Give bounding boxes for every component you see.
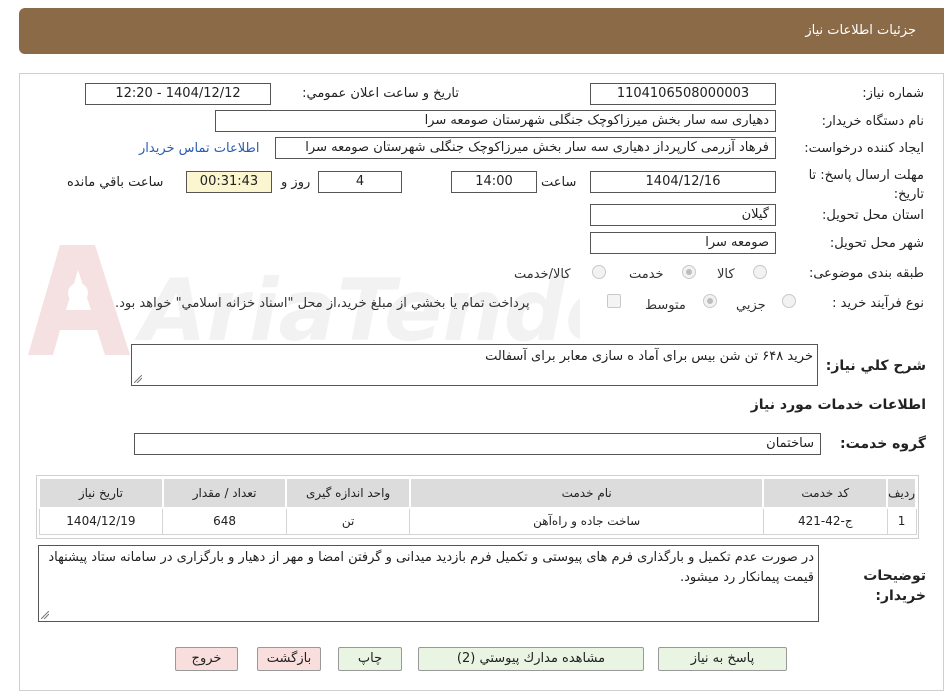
requester-label: ايجاد كننده درخواست: (804, 141, 924, 156)
category-label: طبقه بندی موضوعی: (808, 266, 924, 281)
cell-need-date: 1404/12/19 (38, 507, 164, 535)
buyer-notes-textarea[interactable]: در صورت عدم تکمیل و بارگذاری فرم های پیو… (38, 545, 819, 622)
days-field[interactable]: 4 (318, 171, 402, 193)
province-label: استان محل تحويل: (822, 208, 924, 223)
buyer-notes-text: در صورت عدم تکمیل و بارگذاری فرم های پیو… (48, 550, 814, 585)
category-option-goods-service: كالا/خدمت (514, 267, 571, 282)
services-section-title: اطلاعات خدمات مورد نياز (750, 397, 926, 413)
general-desc-textarea[interactable]: خرید ۶۴۸ تن شن بیس برای آماد ه سازی معاب… (131, 344, 818, 386)
buyer-org-label: نام دستگاه خريدار: (821, 114, 924, 129)
treasury-payment-checkbox[interactable] (607, 294, 621, 308)
general-desc-label: شرح كلي نياز: (825, 358, 926, 374)
process-label: نوع فرآيند خريد : (832, 296, 924, 311)
deadline-label: مهلت ارسال پاسخ: تا تاريخ: (808, 168, 924, 202)
page-title: جزئیات اطلاعات نیاز (805, 23, 916, 38)
services-table: رديف كد خدمت نام خدمت واحد اندازه گيری ت… (38, 477, 917, 535)
back-button[interactable]: بازگشت (257, 647, 321, 671)
days-label: روز و (281, 175, 311, 190)
buyer-notes-label: توضيحات خريدار: (863, 568, 926, 604)
requester-field[interactable]: فرهاد آزرمی کارپرداز دهیاری سه سار بخش م… (275, 137, 776, 159)
table-row[interactable]: 1 ج-42-421 ساخت جاده و راه‌آهن تن 648 14… (38, 507, 917, 535)
announce-label: تاریخ و ساعت اعلان عمومي: (302, 86, 459, 101)
category-radio-goods[interactable] (753, 265, 767, 279)
table-header-row: رديف كد خدمت نام خدمت واحد اندازه گيری ت… (38, 477, 917, 509)
exit-button[interactable]: خروج (175, 647, 238, 671)
process-option-minor: جزيي (736, 298, 766, 313)
buyer-contact-link[interactable]: اطلاعات تماس خريدار (139, 141, 259, 156)
cell-service-code: ج-42-421 (762, 507, 888, 535)
print-button[interactable]: چاپ (338, 647, 402, 671)
city-label: شهر محل تحويل: (829, 236, 924, 251)
city-field[interactable]: صومعه سرا (590, 232, 776, 254)
header-bar: جزئیات اطلاعات نیاز (19, 8, 944, 54)
buyer-org-field[interactable]: دهیاری سه سار بخش میرزاکوچک جنگلی شهرستا… (215, 110, 776, 132)
reply-button[interactable]: پاسخ به نياز (658, 647, 787, 671)
remaining-time-field: 00:31:43 (186, 171, 272, 193)
service-group-field[interactable]: ساختمان (134, 433, 821, 455)
cell-service-name: ساخت جاده و راه‌آهن (409, 507, 764, 535)
col-header-row-num: رديف (886, 477, 917, 509)
col-header-service-name: نام خدمت (408, 477, 765, 509)
cell-row-num: 1 (886, 507, 917, 535)
deadline-time-field[interactable]: 14:00 (451, 171, 537, 193)
view-attachments-button[interactable]: مشاهده مدارك پيوستي (2) (418, 647, 644, 671)
cell-unit: تن (285, 507, 411, 535)
col-header-unit: واحد اندازه گيری (285, 477, 411, 509)
remaining-time-label: ساعت باقي مانده (67, 175, 164, 190)
cell-quantity: 648 (162, 507, 287, 535)
resize-grip-icon[interactable] (41, 611, 49, 619)
process-radio-medium[interactable] (703, 294, 717, 308)
col-header-service-code: كد خدمت (762, 477, 889, 509)
general-desc-text: خرید ۶۴۸ تن شن بیس برای آماد ه سازی معاب… (485, 349, 813, 364)
time-label: ساعت (541, 175, 577, 190)
announce-date-field[interactable]: 1404/12/12 - 12:20 (85, 83, 271, 105)
service-group-label: گروه خدمت: (840, 436, 926, 452)
category-radio-goods-service[interactable] (592, 265, 606, 279)
province-field[interactable]: گيلان (590, 204, 776, 226)
col-header-need-date: تاريخ نياز (38, 477, 164, 509)
col-header-quantity: تعداد / مقدار (161, 477, 288, 509)
need-number-label: شماره نیاز: (862, 86, 924, 101)
deadline-date-field[interactable]: 1404/12/16 (590, 171, 776, 193)
category-option-goods: كالا (717, 267, 735, 282)
category-option-service: خدمت (629, 267, 664, 282)
treasury-payment-note: پرداخت تمام يا بخشي از مبلغ خريد،از محل … (115, 296, 530, 311)
process-radio-minor[interactable] (782, 294, 796, 308)
category-radio-service[interactable] (682, 265, 696, 279)
need-number-field[interactable]: 1104106508000003 (590, 83, 776, 105)
process-option-medium: متوسط (645, 298, 686, 313)
resize-grip-icon[interactable] (134, 375, 142, 383)
